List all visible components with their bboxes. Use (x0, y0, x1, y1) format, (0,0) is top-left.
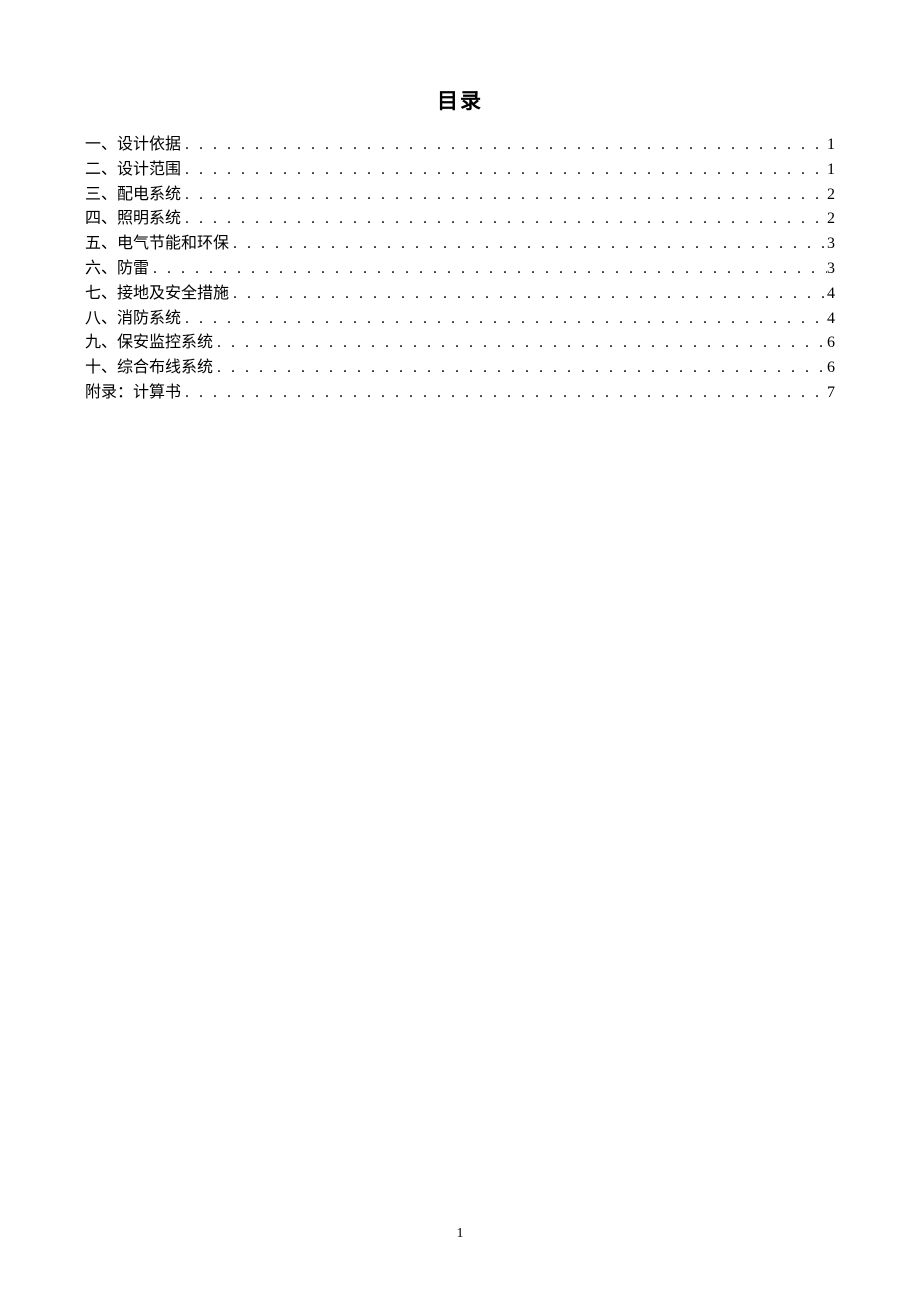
toc-entry-label: 八、消防系统 (85, 307, 181, 332)
toc-entry: 一、设计依据 1 (85, 133, 835, 158)
toc-leader-dots (213, 331, 827, 356)
toc-leader-dots (181, 158, 827, 183)
toc-entry: 九、保安监控系统 6 (85, 331, 835, 356)
toc-entry-label: 二、设计范围 (85, 158, 181, 183)
toc-entry-page: 6 (827, 356, 835, 381)
toc-list: 一、设计依据 1 二、设计范围 1 三、配电系统 2 四、照明系统 2 五、电气… (85, 133, 835, 406)
toc-entry: 二、设计范围 1 (85, 158, 835, 183)
toc-entry-page: 1 (827, 158, 835, 183)
toc-leader-dots (181, 381, 827, 406)
toc-leader-dots (149, 257, 827, 282)
toc-title: 目录 (85, 85, 835, 115)
toc-entry-page: 4 (827, 307, 835, 332)
toc-leader-dots (181, 207, 827, 232)
toc-entry-page: 3 (827, 232, 835, 257)
toc-entry: 三、配电系统 2 (85, 183, 835, 208)
toc-leader-dots (213, 356, 827, 381)
toc-entry: 四、照明系统 2 (85, 207, 835, 232)
toc-entry: 八、消防系统 4 (85, 307, 835, 332)
toc-entry-page: 3 (827, 257, 835, 282)
toc-entry-page: 7 (827, 381, 835, 406)
toc-entry-label: 四、照明系统 (85, 207, 181, 232)
toc-leader-dots (229, 232, 827, 257)
toc-entry-label: 七、接地及安全措施 (85, 282, 229, 307)
toc-entry-label: 五、电气节能和环保 (85, 232, 229, 257)
toc-entry-label: 六、防雷 (85, 257, 149, 282)
toc-entry-label: 附录：计算书 (85, 381, 181, 406)
toc-entry: 十、综合布线系统 6 (85, 356, 835, 381)
toc-entry-page: 2 (827, 207, 835, 232)
toc-entry: 附录：计算书 7 (85, 381, 835, 406)
toc-entry-label: 十、综合布线系统 (85, 356, 213, 381)
toc-entry: 七、接地及安全措施 4 (85, 282, 835, 307)
toc-entry-page: 4 (827, 282, 835, 307)
toc-entry-label: 九、保安监控系统 (85, 331, 213, 356)
toc-entry: 六、防雷 3 (85, 257, 835, 282)
toc-leader-dots (181, 183, 827, 208)
toc-leader-dots (181, 307, 827, 332)
page-number: 1 (0, 1226, 920, 1242)
toc-entry-label: 一、设计依据 (85, 133, 181, 158)
toc-leader-dots (181, 133, 827, 158)
document-page: 目录 一、设计依据 1 二、设计范围 1 三、配电系统 2 四、照明系统 2 五… (0, 0, 920, 406)
toc-entry: 五、电气节能和环保 3 (85, 232, 835, 257)
toc-entry-label: 三、配电系统 (85, 183, 181, 208)
toc-entry-page: 1 (827, 133, 835, 158)
toc-leader-dots (229, 282, 827, 307)
toc-entry-page: 6 (827, 331, 835, 356)
toc-entry-page: 2 (827, 183, 835, 208)
